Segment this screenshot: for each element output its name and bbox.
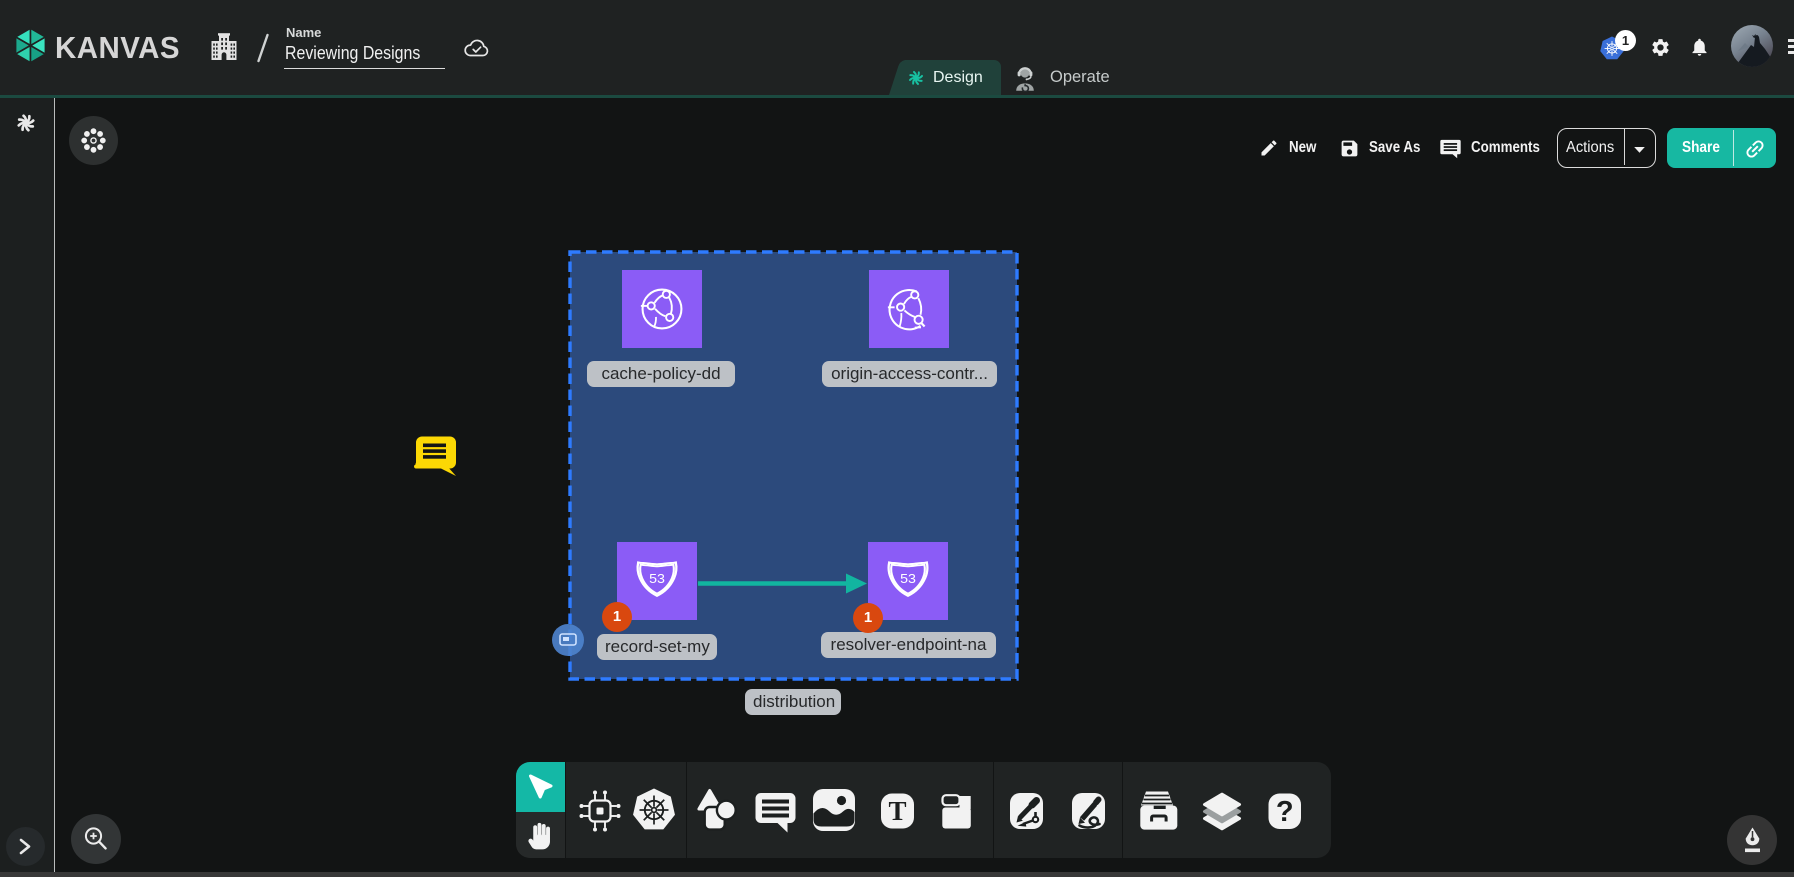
svg-text:53: 53 (900, 572, 916, 586)
svg-text:?: ? (1276, 796, 1294, 828)
svg-text:53: 53 (649, 572, 665, 586)
svg-text:T: T (888, 796, 906, 826)
